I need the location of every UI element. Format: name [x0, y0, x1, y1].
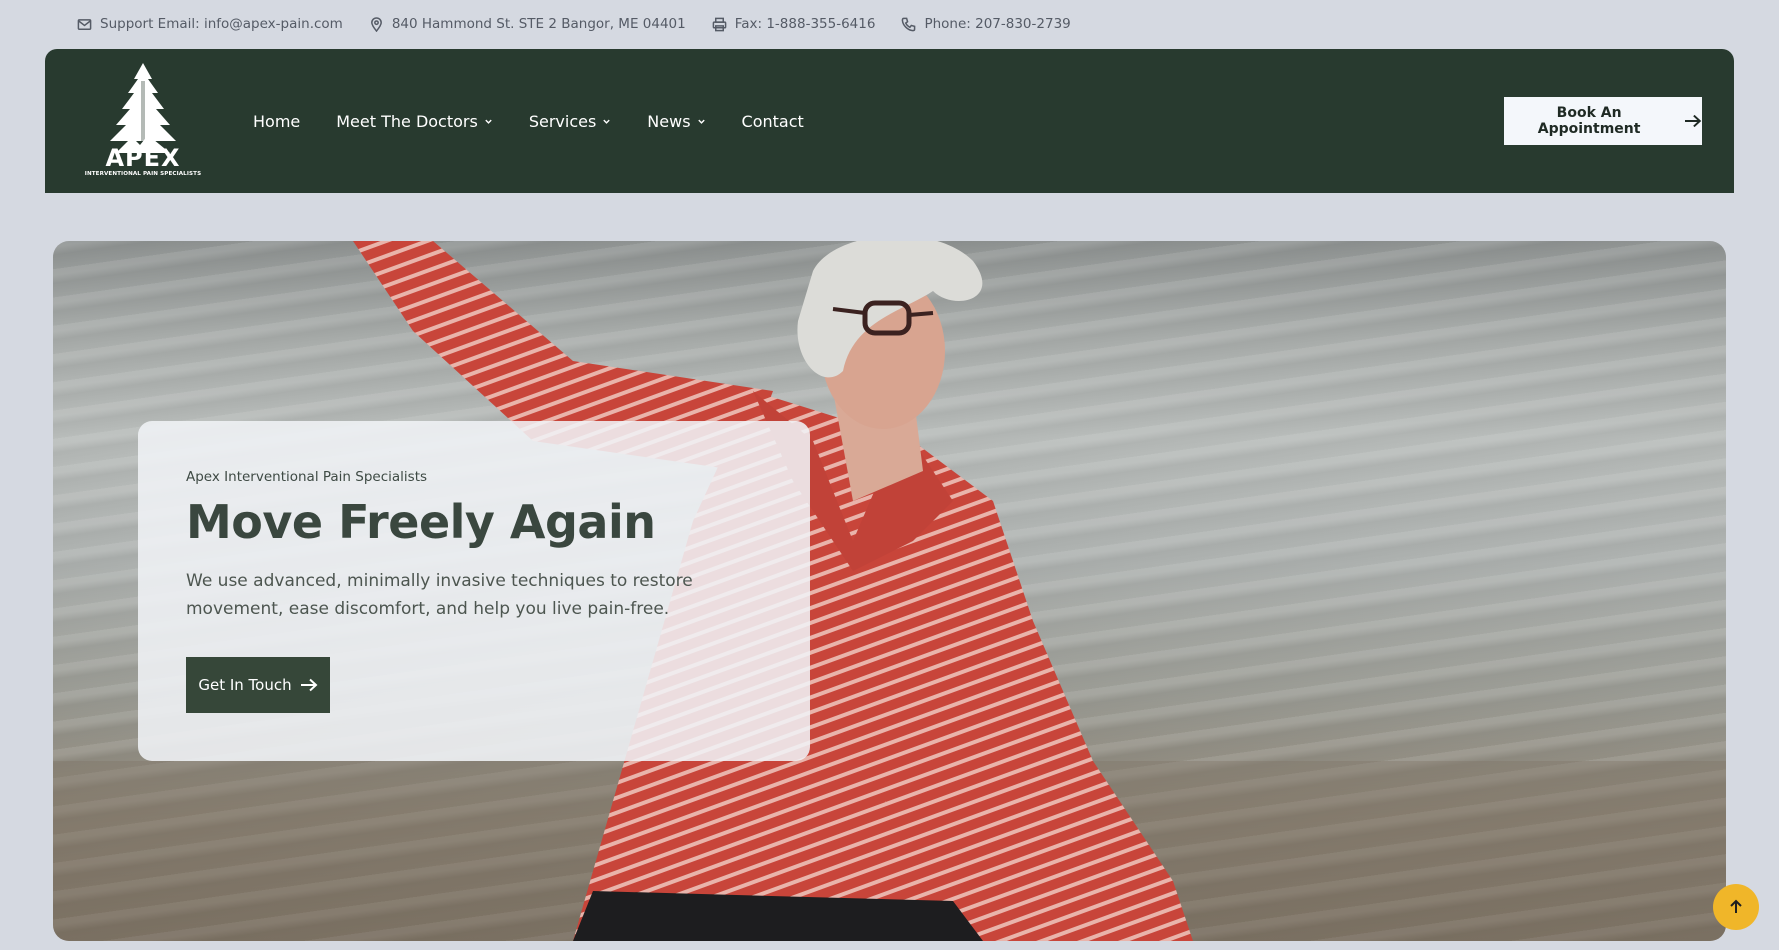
hero-eyebrow: Apex Interventional Pain Specialists	[186, 469, 428, 485]
get-in-touch-label: Get In Touch	[198, 676, 292, 694]
arrow-right-icon	[300, 678, 318, 692]
arrow-right-icon	[1685, 114, 1702, 128]
hero-description: We use advanced, minimally invasive tech…	[186, 571, 693, 619]
arrow-up-icon	[1730, 899, 1742, 913]
nav-home[interactable]: Home	[253, 112, 300, 131]
address[interactable]: 840 Hammond St. STE 2 Bangor, ME 04401	[369, 16, 686, 32]
nav-contact[interactable]: Contact	[742, 112, 804, 131]
main-nav: Home Meet The Doctors Services News Cont…	[253, 49, 804, 193]
pine-tree-icon	[110, 63, 176, 153]
logo-wordmark: APEX	[105, 144, 181, 172]
printer-icon	[712, 17, 727, 31]
nav-news-label: News	[647, 111, 691, 131]
chevron-down-icon	[485, 119, 492, 124]
phone-text: Phone: 207-830-2739	[924, 16, 1071, 32]
hero-title: Move Freely Again	[186, 495, 656, 549]
hero-card: Apex Interventional Pain Specialists Mov…	[138, 421, 810, 761]
nav-services[interactable]: Services	[529, 112, 611, 131]
fax[interactable]: Fax: 1-888-355-6416	[712, 16, 876, 32]
book-appointment-button[interactable]: Book An Appointment	[1504, 97, 1702, 145]
book-appointment-label: Book An Appointment	[1537, 105, 1641, 137]
site-header: APEX INTERVENTIONAL PAIN SPECIALISTS Hom…	[45, 49, 1734, 193]
support-email[interactable]: Support Email: info@apex-pain.com	[77, 16, 343, 32]
phone[interactable]: Phone: 207-830-2739	[901, 16, 1071, 32]
nav-meet-the-doctors[interactable]: Meet The Doctors	[336, 112, 493, 131]
chevron-down-icon	[697, 119, 705, 124]
nav-contact-label: Contact	[741, 111, 804, 131]
contact-bar: Support Email: info@apex-pain.com 840 Ha…	[77, 14, 1071, 34]
nav-doctors-label: Meet The Doctors	[336, 111, 478, 131]
apex-logo[interactable]: APEX INTERVENTIONAL PAIN SPECIALISTS	[81, 61, 205, 181]
fax-text: Fax: 1-888-355-6416	[734, 16, 876, 32]
nav-news[interactable]: News	[647, 112, 705, 131]
chevron-down-icon	[603, 119, 611, 124]
get-in-touch-button[interactable]: Get In Touch	[186, 657, 330, 713]
map-pin-icon	[370, 16, 382, 32]
mail-icon	[77, 18, 92, 30]
support-email-text: Support Email: info@apex-pain.com	[100, 16, 343, 32]
phone-icon	[902, 17, 916, 31]
logo-subtitle: INTERVENTIONAL PAIN SPECIALISTS	[84, 171, 202, 177]
nav-home-label: Home	[253, 111, 301, 131]
hero-banner: Apex Interventional Pain Specialists Mov…	[53, 241, 1726, 941]
nav-services-label: Services	[528, 111, 597, 131]
scroll-to-top-button[interactable]	[1713, 884, 1759, 930]
address-text: 840 Hammond St. STE 2 Bangor, ME 04401	[391, 16, 686, 32]
